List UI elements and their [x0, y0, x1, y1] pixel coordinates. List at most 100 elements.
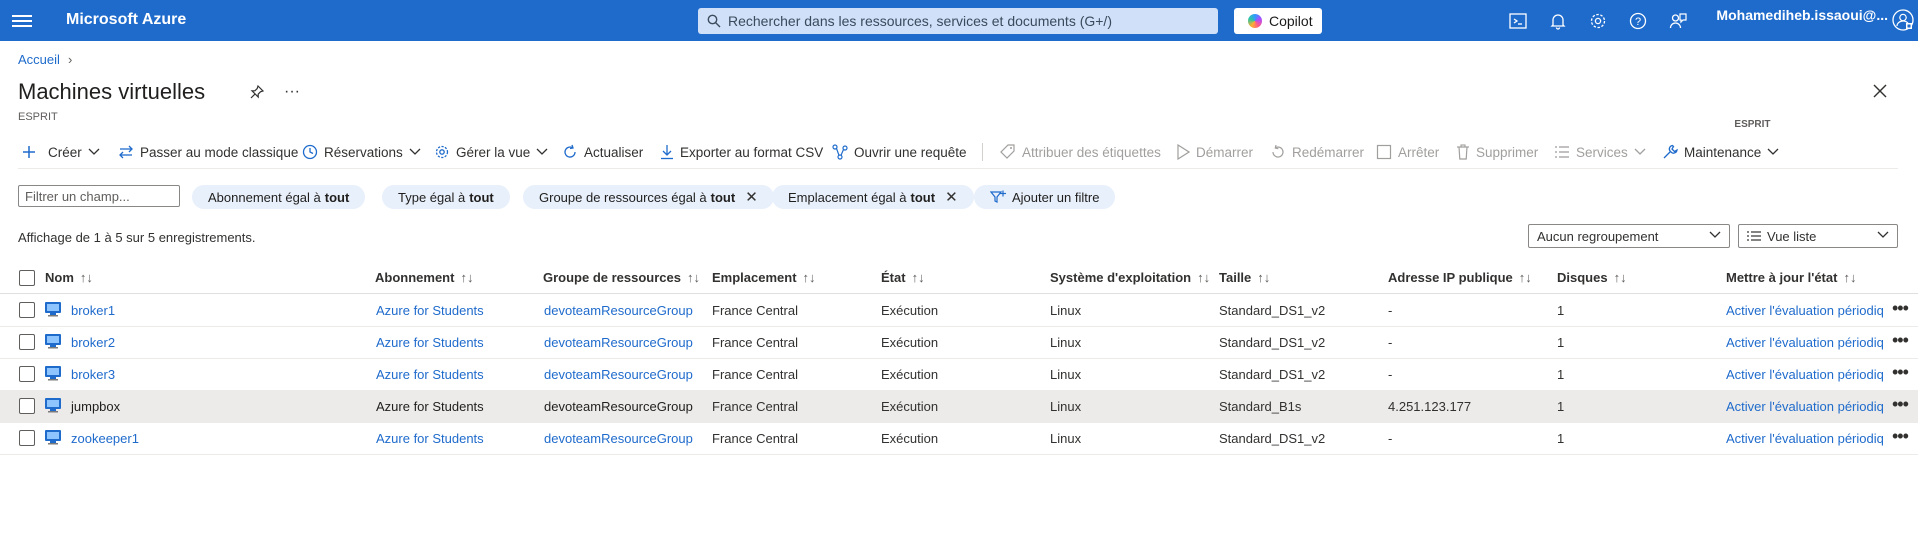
- resource-group-link[interactable]: devoteamResourceGroup: [544, 335, 693, 350]
- classic-mode-button[interactable]: Passer au mode classique: [118, 141, 298, 163]
- column-header-subscription[interactable]: Abonnement ↑↓: [375, 270, 473, 285]
- restart-icon: [1272, 144, 1284, 158]
- update-state-link[interactable]: Activer l'évaluation périodique: [1726, 367, 1884, 382]
- resource-group-link[interactable]: devoteamResourceGroup: [544, 367, 693, 382]
- manage-view-label: Gérer la vue: [456, 144, 531, 160]
- column-label: Adresse IP publique: [1388, 270, 1513, 285]
- start-label: Démarrer: [1196, 144, 1254, 160]
- breadcrumb-home[interactable]: Accueil: [18, 52, 60, 67]
- row-checkbox[interactable]: [19, 366, 35, 382]
- open-query-button[interactable]: Ouvrir une requête: [832, 141, 967, 163]
- row-more-icon[interactable]: •••: [1892, 330, 1909, 351]
- more-options-button[interactable]: ···: [284, 83, 300, 101]
- table-row[interactable]: zookeeper1 Azure for Students devoteamRe…: [0, 422, 1918, 455]
- column-header-name[interactable]: Nom ↑↓: [45, 270, 93, 285]
- subscription-link[interactable]: Azure for Students: [376, 431, 484, 446]
- column-header-os[interactable]: Système d'exploitation ↑↓: [1050, 270, 1210, 285]
- bell-icon[interactable]: [1548, 11, 1568, 31]
- row-more-icon[interactable]: •••: [1892, 362, 1909, 383]
- help-icon[interactable]: ?: [1628, 11, 1648, 31]
- update-state-link[interactable]: Activer l'évaluation périodique: [1726, 303, 1884, 318]
- global-search-input[interactable]: Rechercher dans les ressources, services…: [698, 8, 1218, 34]
- filter-pill-location[interactable]: Emplacement égal à tout ✕: [772, 185, 974, 209]
- column-header-disks[interactable]: Disques ↑↓: [1557, 270, 1627, 285]
- services-button[interactable]: Services: [1554, 141, 1646, 163]
- vm-name-link[interactable]: broker2: [71, 335, 115, 350]
- table-row[interactable]: jumpbox Azure for Students devoteamResou…: [0, 390, 1918, 423]
- update-state-link[interactable]: Activer l'évaluation périodique: [1726, 399, 1884, 414]
- vm-name-link[interactable]: jumpbox: [71, 399, 120, 414]
- stop-button[interactable]: Arrêter: [1376, 141, 1439, 163]
- create-button[interactable]: Créer: [22, 141, 100, 163]
- column-header-update-state[interactable]: Mettre à jour l'état ↑↓: [1726, 270, 1856, 285]
- virtual-machine-icon: [45, 430, 61, 445]
- view-dropdown[interactable]: Vue liste: [1738, 224, 1898, 248]
- subscription-link[interactable]: Azure for Students: [376, 367, 484, 382]
- row-more-icon[interactable]: •••: [1892, 394, 1909, 415]
- vm-name-link[interactable]: zookeeper1: [71, 431, 139, 446]
- sort-icon: ↑↓: [1518, 270, 1532, 285]
- column-label: Taille: [1219, 270, 1252, 285]
- filter-label: Type égal à: [398, 189, 466, 205]
- resource-group-link[interactable]: devoteamResourceGroup: [544, 303, 693, 318]
- command-bar: Créer Passer au mode classique Réservati…: [18, 141, 1898, 163]
- table-row[interactable]: broker1 Azure for Students devoteamResou…: [0, 294, 1918, 327]
- public-ip-cell: -: [1388, 367, 1393, 382]
- column-header-size[interactable]: Taille ↑↓: [1219, 270, 1270, 285]
- select-all-checkbox[interactable]: [19, 270, 35, 286]
- close-icon[interactable]: [1873, 84, 1887, 98]
- resource-group-link[interactable]: devoteamResourceGroup: [544, 431, 693, 446]
- update-state-link[interactable]: Activer l'évaluation périodique: [1726, 335, 1884, 350]
- record-count: Affichage de 1 à 5 sur 5 enregistrements…: [18, 230, 256, 245]
- start-button[interactable]: Démarrer: [1176, 141, 1253, 163]
- maintenance-button[interactable]: Maintenance: [1662, 141, 1779, 163]
- column-header-location[interactable]: Emplacement ↑↓: [712, 270, 816, 285]
- menu-icon[interactable]: [12, 12, 32, 30]
- refresh-button[interactable]: Actualiser: [562, 141, 643, 163]
- resource-group-link[interactable]: devoteamResourceGroup: [544, 399, 693, 414]
- manage-view-button[interactable]: Gérer la vue: [434, 141, 548, 163]
- avatar-icon[interactable]: [1892, 9, 1914, 31]
- column-header-public-ip[interactable]: Adresse IP publique ↑↓: [1388, 270, 1532, 285]
- cloud-shell-icon[interactable]: [1508, 11, 1528, 31]
- subscription-link[interactable]: Azure for Students: [376, 399, 484, 414]
- subscription-link[interactable]: Azure for Students: [376, 335, 484, 350]
- gear-icon[interactable]: [1588, 11, 1608, 31]
- filter-pill-resource-group[interactable]: Groupe de ressources égal à tout ✕: [523, 185, 774, 209]
- column-header-state[interactable]: État ↑↓: [881, 270, 925, 285]
- pin-icon[interactable]: [250, 85, 264, 99]
- row-more-icon[interactable]: •••: [1892, 426, 1909, 447]
- filter-field-input[interactable]: [18, 185, 180, 207]
- row-checkbox[interactable]: [19, 430, 35, 446]
- row-checkbox[interactable]: [19, 398, 35, 414]
- row-more-icon[interactable]: •••: [1892, 298, 1909, 319]
- switch-icon: [119, 145, 133, 159]
- assign-tags-button[interactable]: Attribuer des étiquettes: [1000, 141, 1161, 163]
- remove-filter-icon[interactable]: ✕: [945, 188, 958, 206]
- export-csv-button[interactable]: Exporter au format CSV: [660, 141, 823, 163]
- brand-label[interactable]: Microsoft Azure: [66, 11, 186, 29]
- location-cell: France Central: [712, 367, 798, 382]
- delete-button[interactable]: Supprimer: [1456, 141, 1538, 163]
- table-row[interactable]: broker2 Azure for Students devoteamResou…: [0, 326, 1918, 359]
- copilot-button[interactable]: Copilot: [1234, 8, 1322, 34]
- remove-filter-icon[interactable]: ✕: [745, 188, 758, 206]
- location-cell: France Central: [712, 431, 798, 446]
- row-checkbox[interactable]: [19, 302, 35, 318]
- filter-pill-type[interactable]: Type égal à tout: [382, 185, 510, 209]
- sort-icon: ↑↓: [1843, 270, 1857, 285]
- reservations-button[interactable]: Réservations: [302, 141, 421, 163]
- account-info[interactable]: Mohamediheb.issaoui@... ESPRIT: [1716, 7, 1888, 130]
- vm-name-link[interactable]: broker3: [71, 367, 115, 382]
- update-state-link[interactable]: Activer l'évaluation périodique: [1726, 431, 1884, 446]
- filter-pill-subscription[interactable]: Abonnement égal à tout: [192, 185, 366, 209]
- restart-button[interactable]: Redémarrer: [1270, 141, 1364, 163]
- add-filter-button[interactable]: Ajouter un filtre: [974, 185, 1116, 209]
- grouping-dropdown[interactable]: Aucun regroupement: [1528, 224, 1730, 248]
- subscription-link[interactable]: Azure for Students: [376, 303, 484, 318]
- column-header-resource-group[interactable]: Groupe de ressources ↑↓: [543, 270, 700, 285]
- table-row[interactable]: broker3 Azure for Students devoteamResou…: [0, 358, 1918, 391]
- vm-name-link[interactable]: broker1: [71, 303, 115, 318]
- feedback-icon[interactable]: [1668, 11, 1688, 31]
- row-checkbox[interactable]: [19, 334, 35, 350]
